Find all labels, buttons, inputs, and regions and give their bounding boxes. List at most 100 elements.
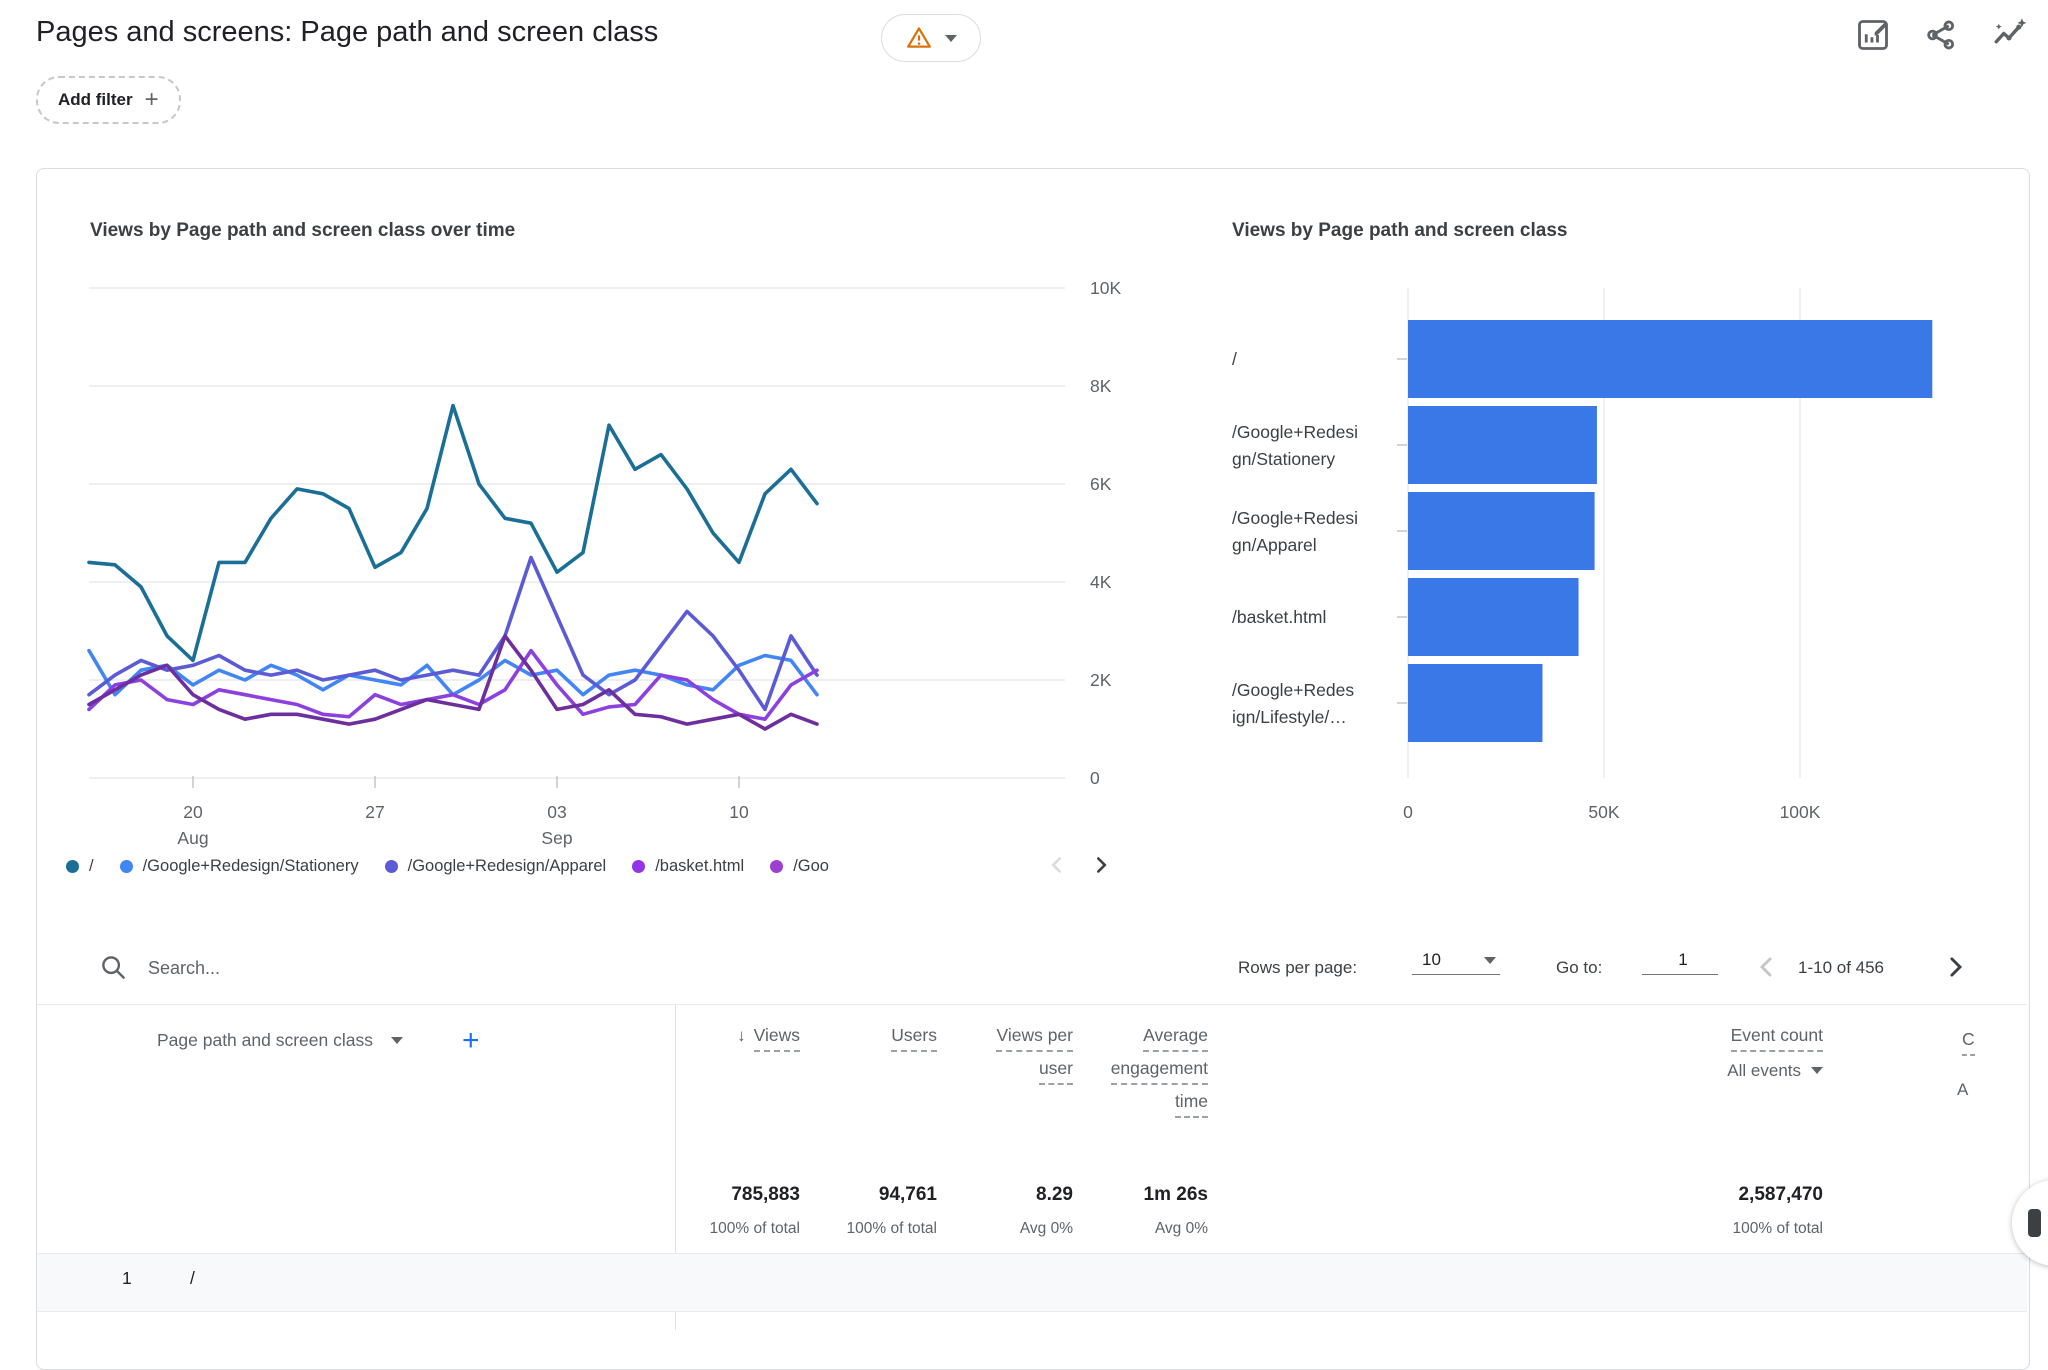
goto-page-input[interactable]: 1	[1642, 950, 1718, 975]
column-header-event-count[interactable]: Event count All events	[1727, 1022, 1823, 1084]
y-axis-label: 8K	[1090, 376, 1112, 396]
column-header-views[interactable]: ↓ Views	[737, 1022, 800, 1055]
line-series	[89, 558, 817, 710]
total-value: 2,587,470	[1738, 1184, 1823, 1206]
pagination-prev-button[interactable]	[1750, 950, 1784, 984]
page-title: Pages and screens: Page path and screen …	[36, 16, 658, 49]
sort-descending-icon: ↓	[737, 1022, 746, 1049]
legend-item[interactable]: /basket.html	[632, 857, 744, 876]
column-header-label: time	[1175, 1088, 1208, 1118]
share-button[interactable]	[1922, 16, 1960, 54]
goto-label: Go to:	[1556, 958, 1602, 978]
bar[interactable]	[1408, 664, 1542, 742]
insights-button[interactable]	[1990, 16, 2028, 54]
clipped-metric-header[interactable]: C	[1962, 1026, 1976, 1059]
total-subtext: 100% of total	[847, 1220, 937, 1238]
chevron-down-icon	[945, 35, 957, 42]
y-axis-label: 6K	[1090, 474, 1112, 494]
x-axis-label: 20	[183, 802, 203, 822]
pagination-next-button[interactable]	[1938, 950, 1972, 984]
add-dimension-button[interactable]: +	[462, 1024, 480, 1058]
column-header-label: Views	[754, 1022, 800, 1052]
divider	[37, 1311, 2027, 1312]
header-actions	[1854, 16, 2028, 54]
line-series	[89, 651, 817, 695]
event-filter-label: All events	[1727, 1057, 1801, 1084]
category-label: ign/Lifestyle/…	[1232, 707, 1347, 727]
legend-prev-button[interactable]	[1040, 846, 1074, 884]
bar-chart[interactable]: 0 50K 100K / /Google+Redesi gn/Stationery/Goo…	[1232, 278, 2028, 858]
line-chart-legend: / /Google+Redesign/Stationery/Google+Rede…	[66, 850, 1020, 882]
column-header-average-engagement-time[interactable]: Averageengagementtime	[1111, 1022, 1208, 1121]
row-page-path: /	[190, 1268, 195, 1289]
total-value: 785,883	[731, 1184, 800, 1206]
legend-dot-icon	[385, 860, 398, 873]
table-row[interactable]	[37, 1254, 2027, 1311]
line-chart[interactable]: 10K8K6K4K2K020Aug2703Sep10	[64, 278, 1164, 858]
insights-icon	[1991, 17, 2027, 53]
legend-item[interactable]: /Goo	[770, 857, 829, 876]
floating-button-glyph	[2028, 1209, 2041, 1237]
plus-icon: +	[145, 88, 159, 112]
column-header-label: Users	[891, 1022, 937, 1052]
bar-chart-svg: 0 50K 100K / /Google+Redesi gn/Stationery/Goo…	[1232, 278, 2028, 858]
x-axis-label: 0	[1403, 802, 1413, 822]
x-axis-sublabel: Sep	[541, 828, 572, 848]
category-label: /	[1232, 349, 1237, 369]
data-quality-badge[interactable]	[881, 14, 981, 62]
row-index: 1	[122, 1268, 132, 1289]
bar-chart-title: Views by Page path and screen class	[1232, 220, 1567, 242]
bar[interactable]	[1408, 492, 1595, 570]
total-value: 94,761	[879, 1184, 937, 1206]
rows-per-page-value: 10	[1422, 950, 1441, 970]
bar[interactable]	[1408, 578, 1579, 656]
chevron-left-icon	[1044, 852, 1070, 878]
x-axis-label: 03	[547, 802, 566, 822]
y-axis-label: 0	[1090, 768, 1100, 788]
legend-item[interactable]: /Google+Redesign/Apparel	[385, 857, 607, 876]
search-input[interactable]	[146, 948, 570, 988]
category-label: gn/Stationery	[1232, 449, 1335, 469]
y-axis-label: 2K	[1090, 670, 1112, 690]
share-icon	[1924, 18, 1958, 52]
legend-item[interactable]: /Google+Redesign/Stationery	[120, 857, 359, 876]
x-axis-label: 50K	[1588, 802, 1619, 822]
line-series	[89, 406, 817, 661]
bar[interactable]	[1408, 406, 1597, 484]
legend-dot-icon	[66, 860, 79, 873]
x-axis-label: 10	[729, 802, 749, 822]
dimension-header-label: Page path and screen class	[157, 1030, 373, 1051]
y-axis-label: 10K	[1090, 278, 1121, 298]
column-header-users[interactable]: Users	[891, 1022, 937, 1055]
total-subtext: Avg 0%	[1020, 1220, 1073, 1238]
column-header-label: Event count	[1731, 1022, 1823, 1052]
dimension-header-dropdown[interactable]: Page path and screen class	[157, 1030, 403, 1051]
rows-per-page-label: Rows per page:	[1238, 958, 1357, 978]
add-filter-button[interactable]: Add filter +	[36, 76, 181, 124]
pagination-range: 1-10 of 456	[1798, 958, 1884, 978]
column-header-views-per-user[interactable]: Views peruser	[996, 1022, 1073, 1088]
category-label: gn/Apparel	[1232, 535, 1317, 555]
column-header-label: Average	[1143, 1022, 1208, 1052]
legend-dot-icon	[120, 860, 133, 873]
warning-icon	[905, 25, 933, 51]
divider	[37, 1004, 2027, 1005]
legend-item[interactable]: /	[66, 857, 94, 876]
chevron-right-icon	[1088, 852, 1114, 878]
edit-chart-icon	[1855, 17, 1891, 53]
x-axis-label: 27	[365, 802, 384, 822]
legend-dot-icon	[770, 860, 783, 873]
clipped-metric-filter[interactable]: A	[1957, 1080, 1968, 1100]
event-filter-dropdown[interactable]: All events	[1727, 1057, 1823, 1084]
x-axis-label: 100K	[1780, 802, 1821, 822]
total-value: 1m 26s	[1144, 1184, 1208, 1206]
category-label: /Google+Redes	[1232, 680, 1354, 700]
category-label: /Google+Redesi	[1232, 422, 1358, 442]
bar[interactable]	[1408, 320, 1932, 398]
category-label: /Google+Redesi	[1232, 508, 1358, 528]
legend-next-button[interactable]	[1084, 846, 1118, 884]
edit-chart-button[interactable]	[1854, 16, 1892, 54]
y-axis-label: 4K	[1090, 572, 1112, 592]
add-filter-label: Add filter	[58, 90, 133, 110]
rows-per-page-select[interactable]: 10	[1412, 950, 1500, 975]
